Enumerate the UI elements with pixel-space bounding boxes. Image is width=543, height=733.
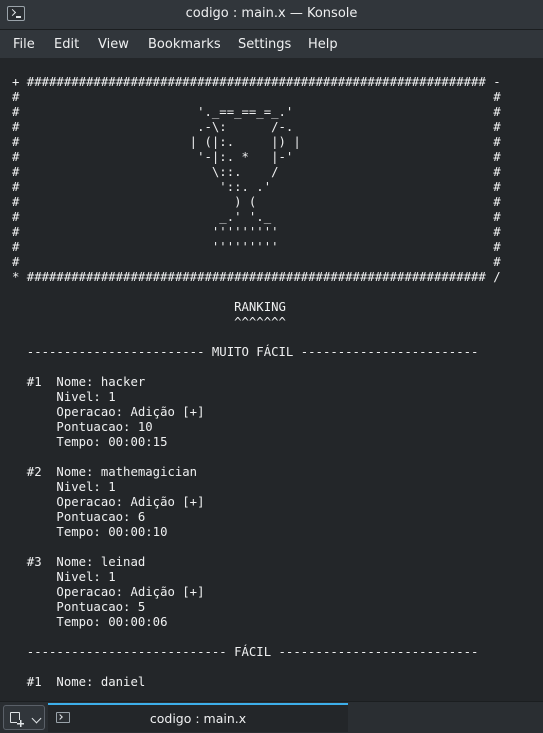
tab-bar: codigo : main.x: [0, 701, 543, 733]
menu-bookmarks[interactable]: Bookmarks: [148, 37, 221, 52]
tab-main-x[interactable]: codigo : main.x: [48, 703, 348, 732]
menu-settings[interactable]: Settings: [238, 37, 291, 52]
menu-view[interactable]: View: [98, 37, 129, 52]
menu-file[interactable]: File: [13, 37, 35, 52]
terminal-output: + ######################################…: [12, 75, 501, 689]
window-title: codigo : main.x — Konsole: [185, 6, 358, 21]
menu-bar: File Edit View Bookmarks Settings Help: [0, 30, 543, 58]
tab-label: codigo : main.x: [149, 711, 247, 726]
title-bar[interactable]: codigo : main.x — Konsole: [0, 0, 543, 30]
new-tab-button[interactable]: [3, 705, 45, 730]
terminal-area[interactable]: + ######################################…: [0, 60, 543, 700]
menu-help[interactable]: Help: [308, 37, 338, 52]
new-tab-icon: [10, 712, 24, 727]
menu-edit[interactable]: Edit: [54, 37, 79, 52]
chevron-down-icon[interactable]: [31, 713, 42, 724]
